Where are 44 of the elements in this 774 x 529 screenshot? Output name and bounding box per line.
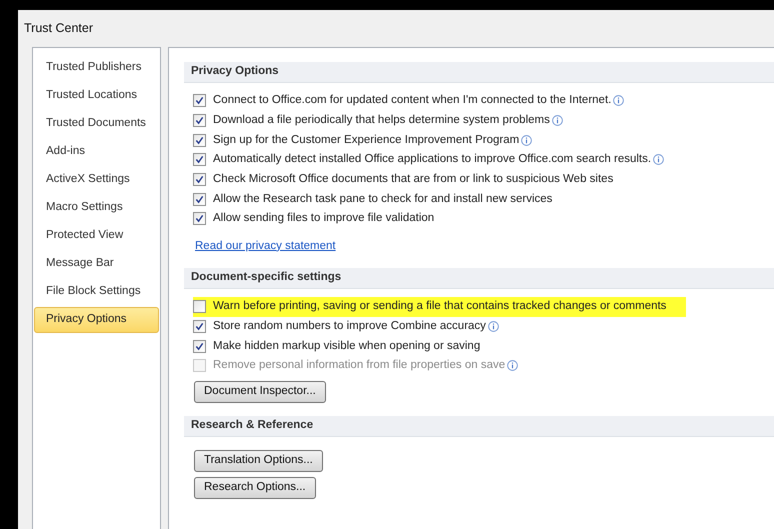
option-label: Remove personal information from file properties on save	[213, 358, 506, 374]
section-header: Privacy Options	[184, 62, 774, 83]
sidebar-item[interactable]: Message Bar	[34, 251, 159, 277]
checkbox[interactable]	[193, 192, 206, 206]
option-label: Warn before printing, saving or sending a file that contains tracked changes or comments	[213, 299, 666, 314]
option-label: Store random numbers to improve Combine accuracy	[213, 318, 486, 334]
sidebar-item[interactable]: Protected View	[34, 223, 159, 249]
sidebar-item[interactable]: Privacy Options	[34, 307, 159, 333]
section-header: Research & Reference	[184, 416, 774, 437]
window-title: Trust Center	[24, 20, 94, 38]
option-label: Connect to Office.com for updated content when I'm connected to the Internet.	[213, 93, 612, 108]
privacy-link[interactable]: Read our privacy statement	[195, 238, 336, 256]
sidebar-item[interactable]: Trusted Locations	[34, 83, 159, 109]
checkbox[interactable]	[193, 173, 206, 186]
checkbox[interactable]	[193, 300, 206, 314]
option-label: Sign up for the Customer Experience Improvement Program	[213, 132, 520, 148]
info-icon[interactable]	[488, 321, 499, 332]
sidebar-item[interactable]: ActiveX Settings	[34, 167, 159, 193]
checkbox[interactable]	[193, 94, 206, 108]
dialog-button[interactable]: Research Options...	[194, 476, 316, 499]
checkbox[interactable]	[193, 153, 206, 166]
info-icon[interactable]	[653, 154, 664, 166]
sidebar-item[interactable]: Trusted Publishers	[34, 55, 159, 81]
checkbox[interactable]	[193, 212, 206, 226]
sidebar-item[interactable]: Add-ins	[34, 139, 159, 165]
option-label: Download a file periodically that helps determine system problems	[213, 112, 550, 128]
dialog-button[interactable]: Translation Options...	[194, 450, 323, 472]
option-label: Allow sending files to improve file validation	[213, 211, 434, 226]
option-label: Automatically detect installed Office applications to improve Office.com search results.	[213, 152, 652, 168]
dialog-button[interactable]: Document Inspector...	[194, 380, 326, 403]
sidebar-item[interactable]: Macro Settings	[34, 195, 159, 221]
sidebar-item[interactable]: File Block Settings	[34, 279, 159, 305]
section-header: Document-specific settings	[184, 268, 774, 290]
info-icon[interactable]	[521, 134, 532, 146]
info-icon[interactable]	[613, 95, 624, 106]
checkbox[interactable]	[193, 114, 206, 128]
checkbox[interactable]	[193, 320, 206, 334]
checkbox[interactable]	[193, 134, 206, 147]
info-icon[interactable]	[552, 115, 563, 126]
option-label: Check Microsoft Office documents that are from or link to suspicious Web sites	[213, 172, 614, 187]
sidebar-item[interactable]: Trusted Documents	[34, 111, 159, 137]
checkbox[interactable]	[193, 340, 206, 353]
option-label: Allow the Research task pane to check for and install new services	[213, 192, 552, 207]
option-label: Make hidden markup visible when opening or saving	[213, 338, 480, 354]
